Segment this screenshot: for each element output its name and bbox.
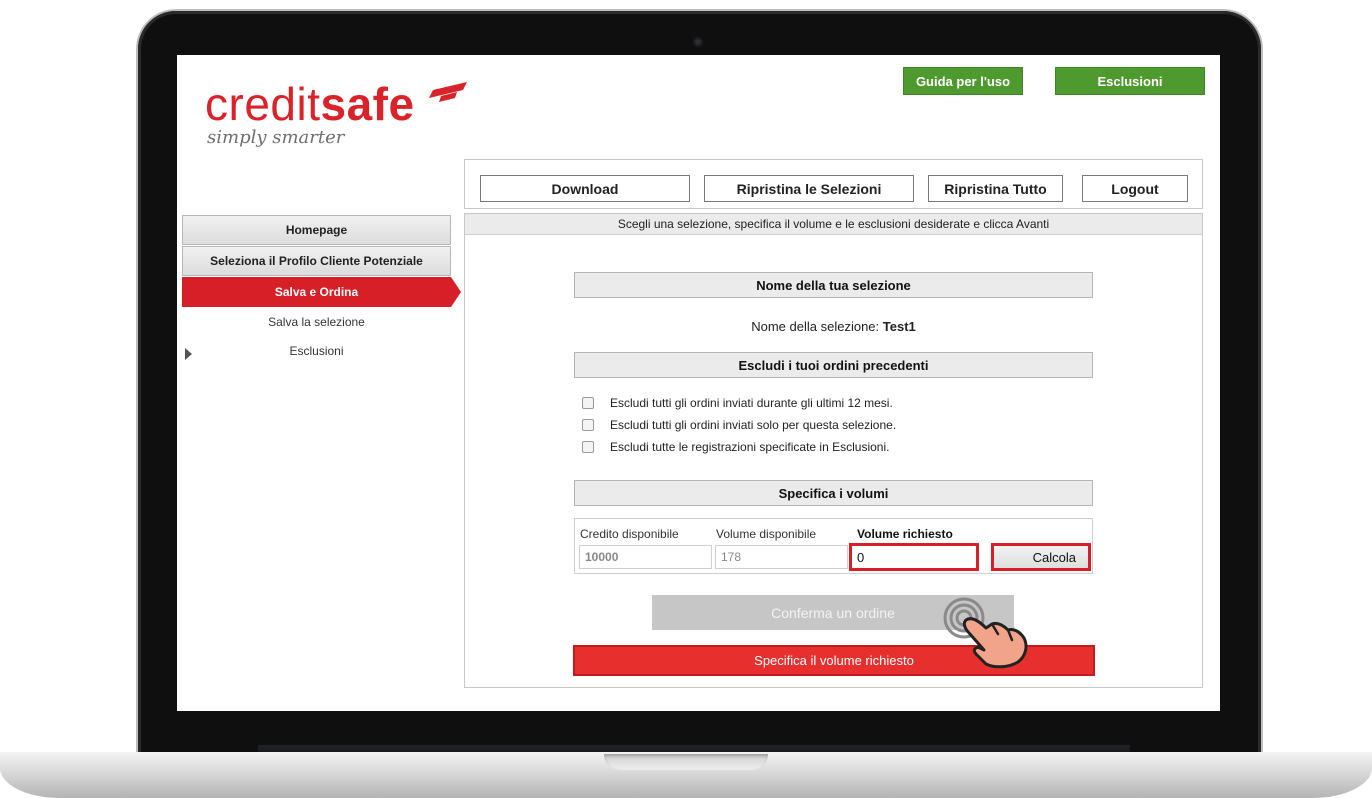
volume-requested-input[interactable]: 0 — [849, 543, 979, 571]
sidebar-item-homepage[interactable]: Homepage — [182, 215, 451, 245]
sidebar-item-select-profile[interactable]: Seleziona il Profilo Cliente Potenziale — [182, 246, 451, 276]
checkbox[interactable] — [582, 419, 594, 431]
volume-available-label: Volume disponibile — [716, 527, 817, 541]
volumes-box: Credito disponibile Volume disponibile V… — [574, 518, 1093, 574]
logo-wordmark: creditsafe — [205, 78, 415, 130]
download-button[interactable]: Download — [480, 175, 690, 202]
guide-button[interactable]: Guida per l'uso — [903, 67, 1023, 95]
sidebar-item-save-selection[interactable]: Salva la selezione — [182, 315, 451, 329]
checkbox[interactable] — [582, 397, 594, 409]
screen: creditsafe simply smarter Guida per l'us… — [177, 55, 1220, 711]
toolbar: Download Ripristina le Selezioni Riprist… — [464, 159, 1203, 209]
volumes-header: Specifica i volumi — [574, 480, 1093, 506]
reset-selections-button[interactable]: Ripristina le Selezioni — [704, 175, 914, 202]
volume-available-field: 178 — [715, 545, 848, 569]
logo-mark-icon — [429, 82, 467, 102]
sidebar-item-save-order[interactable]: Salva e Ordina — [182, 277, 451, 307]
credit-field: 10000 — [579, 545, 712, 569]
instruction-bar: Scegli una selezione, specifica il volum… — [465, 214, 1202, 235]
selection-name-value: Test1 — [882, 319, 916, 334]
exclusions-button[interactable]: Esclusioni — [1055, 67, 1205, 95]
selection-name-line: Nome della selezione: Test1 — [751, 319, 916, 334]
logo-tagline: simply smarter — [207, 127, 345, 148]
exclude-option-12-months[interactable]: Escludi tutti gli ordini inviati durante… — [582, 396, 893, 410]
exclude-option-exclusions[interactable]: Escludi tutte le registrazioni specifica… — [582, 440, 889, 454]
selection-name-header: Nome della tua selezione — [574, 272, 1093, 298]
exclude-previous-header: Escludi i tuoi ordini precedenti — [574, 352, 1093, 378]
active-arrow-icon — [451, 277, 461, 307]
exclude-option-this-selection[interactable]: Escludi tutti gli ordini inviati solo pe… — [582, 418, 896, 432]
creditsafe-logo: creditsafe simply smarter — [205, 75, 467, 155]
main-panel: Scegli una selezione, specifica il volum… — [464, 213, 1203, 688]
calculate-button[interactable]: Calcola — [991, 543, 1091, 571]
sidebar-item-exclusions[interactable]: Esclusioni — [182, 344, 451, 358]
credit-label: Credito disponibile — [580, 527, 679, 541]
reset-all-button[interactable]: Ripristina Tutto — [928, 175, 1063, 202]
camera-icon — [693, 37, 703, 47]
checkbox[interactable] — [582, 441, 594, 453]
laptop-notch — [604, 754, 768, 770]
hand-pointer-icon — [943, 597, 1028, 669]
logout-button[interactable]: Logout — [1082, 175, 1188, 202]
volume-requested-label: Volume richiesto — [857, 527, 953, 541]
